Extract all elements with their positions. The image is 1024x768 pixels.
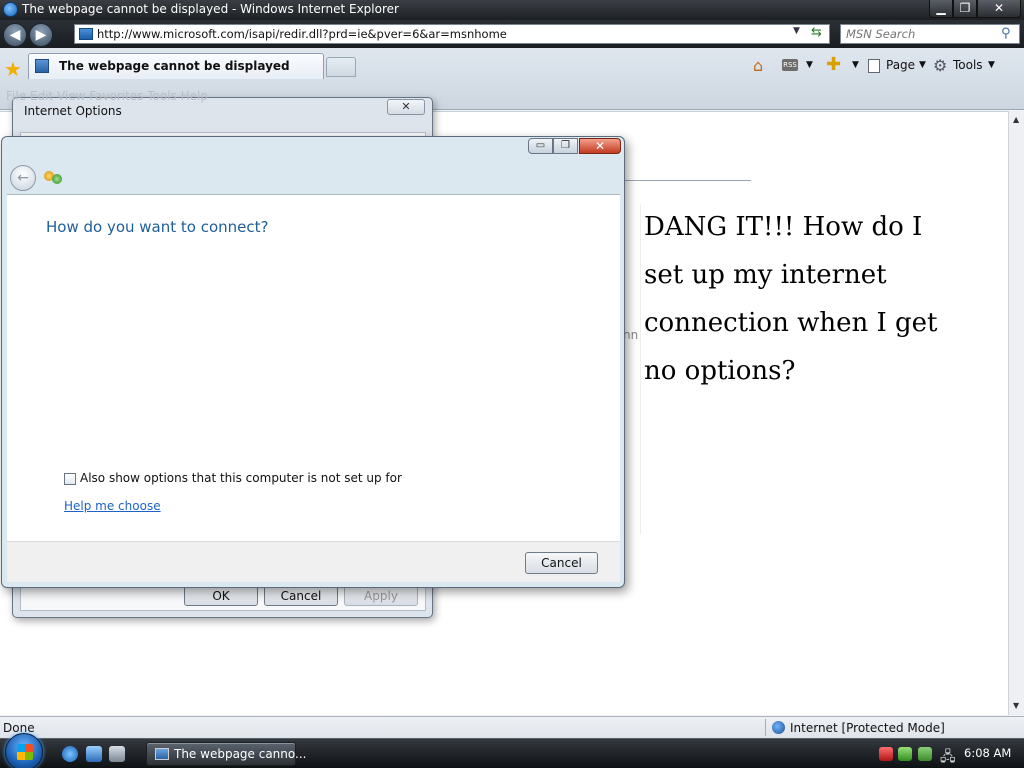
windows-flag-icon (17, 744, 33, 760)
quicklaunch-ie-icon[interactable] (62, 746, 78, 762)
forward-icon: ▶ (35, 27, 47, 43)
forward-button[interactable]: ▶ (29, 23, 53, 47)
tab-active[interactable]: The webpage cannot be displayed (28, 53, 324, 79)
ok-button[interactable]: OK (184, 586, 258, 606)
taskbar-button-ie[interactable]: The webpage canno... (146, 742, 306, 766)
search-box: ⚲ (840, 24, 1020, 44)
dialog-close-button[interactable]: ✕ (387, 99, 425, 115)
taskbar-ie-icon (155, 748, 169, 760)
apply-button[interactable]: Apply (344, 586, 418, 606)
show-all-options-checkbox[interactable] (64, 473, 76, 485)
print-icon[interactable]: ✚ (826, 54, 841, 75)
home-icon[interactable]: ⌂ (753, 56, 763, 75)
refresh-icon[interactable]: ⇆ (811, 25, 822, 40)
page-dropdown-icon[interactable]: ▼ (919, 60, 926, 70)
security-shield-icon[interactable] (879, 747, 893, 761)
wizard-footer: Cancel (7, 541, 620, 582)
wizard-back-button[interactable]: ← (10, 165, 36, 191)
back-icon: ◀ (9, 27, 21, 43)
taskbar-button-label: The webpage canno... (174, 747, 307, 761)
start-orb-icon[interactable] (5, 733, 43, 768)
status-divider (765, 719, 766, 736)
back-arrow-icon: ← (17, 170, 29, 186)
network-connection-icon (44, 171, 62, 185)
checkbox-label[interactable]: Also show options that this computer is … (80, 471, 402, 485)
favorites-star-icon[interactable]: ★ (4, 57, 22, 81)
rss-icon[interactable]: RSS (782, 59, 798, 71)
tab-label: The webpage cannot be displayed (59, 59, 290, 73)
tools-dropdown-icon[interactable]: ▼ (988, 60, 995, 70)
search-input[interactable] (846, 26, 996, 42)
wizard-heading: How do you want to connect? (46, 218, 269, 236)
wizard-minimize-button[interactable]: ▭ (528, 138, 553, 154)
page-menu[interactable]: Page (886, 58, 915, 72)
maximize-button[interactable]: ❐ (953, 0, 977, 18)
navigation-bar: ◀ ▶ ▼ ⇆ ⚲ (0, 20, 1024, 48)
print-dropdown-button[interactable]: ▼ (852, 60, 859, 70)
help-me-choose-link[interactable]: Help me choose (64, 499, 161, 513)
content-ghost-text: nn (623, 328, 639, 342)
cancel-button[interactable]: Cancel (264, 586, 338, 606)
tab-favicon-icon (35, 59, 49, 73)
clock[interactable]: 6:08 AM (964, 746, 1011, 760)
page-icon (868, 59, 880, 73)
wizard-cancel-button[interactable]: Cancel (525, 552, 598, 574)
address-input[interactable] (97, 26, 777, 42)
ie-icon (3, 2, 18, 17)
page-favicon-icon (79, 28, 93, 40)
scroll-up-icon[interactable]: ▲ (1013, 115, 1019, 124)
search-icon[interactable]: ⚲ (1001, 26, 1011, 41)
rss-dropdown-button[interactable]: ▼ (806, 60, 813, 70)
quicklaunch-explorer-icon[interactable] (86, 746, 102, 762)
network-icon[interactable]: 🖧 (940, 746, 956, 768)
address-bar: ▼ ⇆ (74, 24, 830, 44)
minimize-button[interactable]: ▁ (929, 0, 953, 18)
dialog-title: Internet Options (24, 104, 122, 118)
globe-icon (772, 721, 785, 734)
wizard-body: How do you want to connect? Also show op… (7, 194, 620, 541)
back-button[interactable]: ◀ (3, 23, 27, 47)
ie-titlebar: The webpage cannot be displayed - Window… (0, 0, 1024, 20)
new-tab-button[interactable] (326, 57, 356, 77)
address-dropdown-button[interactable]: ▼ (793, 26, 800, 36)
tools-menu[interactable]: Tools (953, 58, 983, 72)
close-button[interactable]: ✕ (977, 0, 1021, 18)
content-divider (620, 180, 751, 181)
tools-gear-icon: ⚙ (933, 56, 948, 75)
update-icon[interactable] (898, 747, 912, 761)
window-title: The webpage cannot be displayed - Window… (22, 2, 399, 16)
security-zone[interactable]: Internet [Protected Mode] (790, 721, 945, 735)
menu-bar-ghost: File Edit View Favorites Tools Help (6, 89, 208, 103)
taskbar: The webpage canno... 🖧 6:08 AM (0, 733, 1024, 768)
wizard-maximize-button[interactable]: ❐ (553, 138, 578, 154)
scroll-down-icon[interactable]: ▼ (1013, 701, 1019, 710)
volume-icon[interactable] (918, 747, 932, 761)
wizard-close-button[interactable]: ✕ (579, 138, 621, 154)
vertical-scrollbar[interactable]: ▲ ▼ (1008, 111, 1024, 715)
connect-wizard-dialog: ▭ ❐ ✕ ← How do you want to connect? Also… (1, 136, 625, 588)
annotation-text: DANG IT!!! How do I set up my internet c… (644, 212, 938, 386)
quicklaunch-switch-windows-icon[interactable] (109, 746, 125, 762)
status-bar: Done Internet [Protected Mode] (0, 716, 1024, 738)
